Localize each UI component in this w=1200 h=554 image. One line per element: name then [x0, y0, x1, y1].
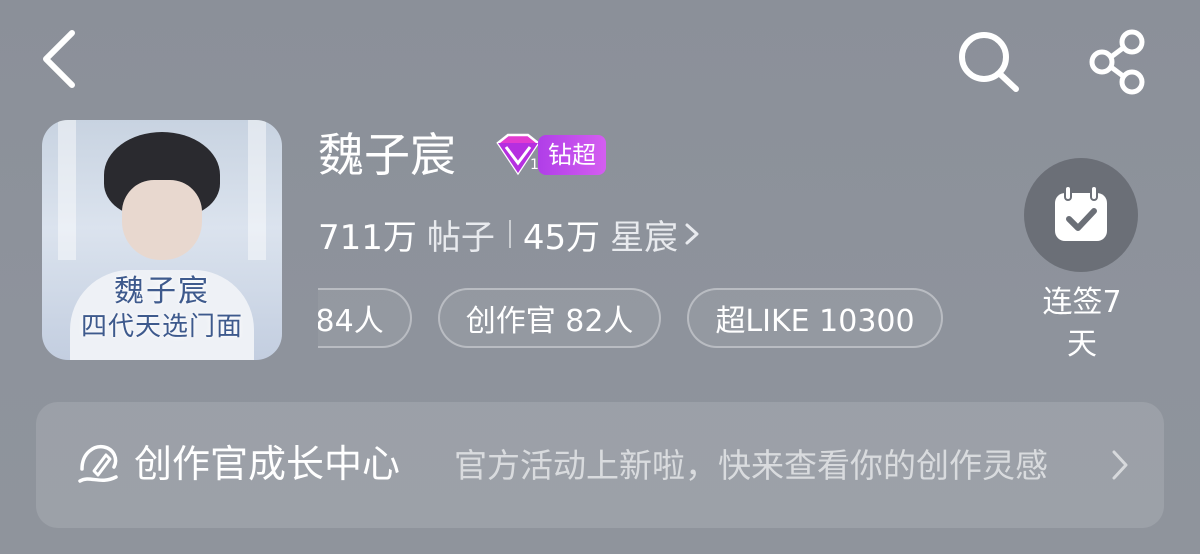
- chip-creator[interactable]: 创作官 82人: [437, 288, 662, 348]
- stats-row[interactable]: 711万 帖子 45万 星宸: [318, 210, 700, 258]
- posts-count: 711万: [318, 217, 417, 258]
- role-chips-scroller[interactable]: 咖 84人 创作官 82人 超LIKE 10300: [318, 288, 994, 348]
- badge-label: 钻超: [538, 135, 606, 175]
- chevron-right-icon: [685, 223, 699, 245]
- checkin-button[interactable]: [1024, 158, 1138, 272]
- banner-description: 官方活动上新啦，快来查看你的创作灵感: [454, 446, 1048, 485]
- posts-label: 帖子: [426, 217, 495, 258]
- chip-super-like[interactable]: 超LIKE 10300: [687, 288, 943, 348]
- creator-pen-icon: [78, 444, 118, 483]
- search-icon: [959, 32, 1019, 92]
- calendar-check-icon: [1055, 185, 1107, 241]
- cover-subtitle: 四代天选门面: [80, 312, 243, 342]
- stats-divider: [508, 220, 511, 248]
- chevron-right-icon: [1112, 450, 1128, 480]
- community-cover-image[interactable]: 魏子宸 四代天选门面: [42, 120, 282, 360]
- cover-pillar-right: [248, 120, 266, 260]
- community-name: 魏子宸: [318, 128, 456, 182]
- checkin-label[interactable]: 连签7 天: [1020, 282, 1144, 366]
- cover-title: 魏子宸: [114, 274, 210, 309]
- chip-ka[interactable]: 咖 84人: [318, 288, 412, 348]
- checkin-label-line1: 连签7: [1042, 285, 1122, 320]
- search-button[interactable]: [952, 26, 1024, 98]
- cover-portrait-face: [122, 180, 202, 260]
- back-button[interactable]: [30, 26, 90, 92]
- stars-count: 45万: [522, 217, 601, 258]
- stars-label: 星宸: [610, 217, 679, 258]
- checkin-label-line2: 天: [1067, 327, 1097, 362]
- diamond-icon: 1: [496, 133, 540, 176]
- banner-title: 创作官成长中心: [134, 442, 401, 486]
- level-badge[interactable]: 1 钻超: [492, 133, 606, 177]
- share-icon: [1089, 29, 1145, 95]
- cover-pillar-left: [58, 120, 76, 260]
- share-button[interactable]: [1082, 26, 1154, 98]
- chevron-left-icon: [43, 30, 75, 88]
